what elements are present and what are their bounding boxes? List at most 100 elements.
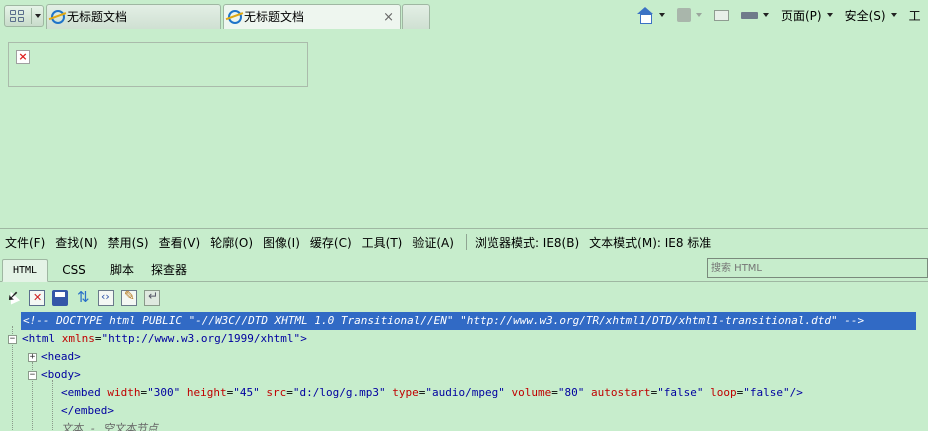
devtools-tab-strip: HTML CSS 脚本 探查器 xyxy=(0,256,928,282)
attr-value: "false" xyxy=(657,386,704,399)
menu-browser-mode[interactable]: 浏览器模式: IE8(B) xyxy=(475,234,579,251)
attr-value: "300" xyxy=(147,386,181,399)
command-bar: 页面(P) 安全(S) 工 xyxy=(636,4,927,26)
rss-feed-icon xyxy=(677,8,691,22)
browser-tab-bar: 无标题文档 无标题文档 × 页面(P) 安全(S) 工 xyxy=(0,0,928,32)
save-icon[interactable] xyxy=(52,290,68,306)
page-menu-button[interactable]: 页面(P) xyxy=(781,7,833,24)
browser-tab-1-title: 无标题文档 xyxy=(67,10,128,24)
chevron-down-icon[interactable] xyxy=(696,13,702,17)
ie-page-icon xyxy=(228,10,242,24)
quick-tabs-button[interactable] xyxy=(4,5,44,27)
tab-list-dropdown-icon[interactable] xyxy=(35,14,41,18)
attr-value: "80" xyxy=(557,386,585,399)
ie-page-icon xyxy=(51,10,65,24)
divider xyxy=(31,8,32,24)
dom-tree-view: <!-- DOCTYPE html PUBLIC "-//W3C//DTD XH… xyxy=(0,312,928,431)
safety-menu-button[interactable]: 安全(S) xyxy=(845,7,897,24)
devtools-menu-bar: 文件(F) 查找(N) 禁用(S) 查看(V) 轮廓(O) 图像(I) 缓存(C… xyxy=(0,229,928,255)
menu-validate[interactable]: 验证(A) xyxy=(412,234,454,251)
browser-tab-1[interactable]: 无标题文档 xyxy=(46,4,221,29)
tag-html-open: <html xyxy=(22,332,56,345)
close-tab-icon[interactable]: × xyxy=(383,6,394,30)
tree-node-embed-end[interactable]: </embed> xyxy=(61,402,114,420)
broken-plugin-icon: × xyxy=(16,50,30,64)
read-mail-button[interactable] xyxy=(714,9,729,21)
menu-find[interactable]: 查找(N) xyxy=(55,234,97,251)
clear-outlines-icon[interactable] xyxy=(29,290,45,306)
menu-outline[interactable]: 轮廓(O) xyxy=(210,234,253,251)
feeds-button[interactable] xyxy=(677,8,702,22)
menu-disable[interactable]: 禁用(S) xyxy=(108,234,149,251)
new-tab-button[interactable] xyxy=(402,4,430,29)
safety-menu-label: 安全(S) xyxy=(844,8,886,23)
mail-icon xyxy=(714,9,729,21)
tree-node-body[interactable]: <body> xyxy=(41,366,81,384)
word-wrap-icon[interactable] xyxy=(144,289,160,306)
menu-document-mode[interactable]: 文本模式(M): IE8 标准 xyxy=(589,234,711,251)
page-menu-label: 页面(P) xyxy=(781,8,822,23)
attr-name: type xyxy=(392,386,419,399)
tag-self-close: /> xyxy=(789,386,803,399)
devtools-icon-toolbar xyxy=(0,287,928,309)
attr-name: loop xyxy=(710,386,737,399)
browser-tab-2-title: 无标题文档 xyxy=(244,10,305,24)
attr-value: "audio/mpeg" xyxy=(425,386,505,399)
printer-icon xyxy=(741,8,758,23)
attr-name: width xyxy=(107,386,141,399)
divider xyxy=(465,234,467,250)
search-html-input[interactable] xyxy=(707,258,928,278)
text-node-label: 文本 - 空文本节点 xyxy=(61,422,158,431)
attr-value: "45" xyxy=(233,386,260,399)
tab-css[interactable]: CSS xyxy=(56,259,92,282)
attr-value: "false" xyxy=(743,386,790,399)
edit-icon[interactable] xyxy=(121,289,137,306)
attr-name: autostart xyxy=(590,386,651,399)
tag-embed-open: <embed xyxy=(61,386,101,399)
tree-node-embed[interactable]: <embed width="300" height="45" src="d:/l… xyxy=(61,384,803,402)
attr-value: "http://www.w3.org/1999/xhtml" xyxy=(101,332,301,345)
attr-name: height xyxy=(186,386,227,399)
tools-menu-button[interactable]: 工 xyxy=(909,7,921,24)
home-button[interactable] xyxy=(636,7,665,24)
attr-name: volume xyxy=(511,386,552,399)
collapse-toggle[interactable]: − xyxy=(8,335,17,344)
view-source-icon[interactable] xyxy=(98,290,114,306)
tag-close-bracket: > xyxy=(300,332,307,345)
tab-html[interactable]: HTML xyxy=(2,259,48,282)
tools-menu-label: 工 xyxy=(908,8,921,23)
chevron-down-icon[interactable] xyxy=(763,13,769,17)
attr-value: "d:/log/g.mp3" xyxy=(292,386,386,399)
developer-tools-pane: 文件(F) 查找(N) 禁用(S) 查看(V) 轮廓(O) 图像(I) 缓存(C… xyxy=(0,228,928,431)
refresh-icon[interactable] xyxy=(75,288,91,306)
attr-name: xmlns xyxy=(61,332,95,345)
doctype-text: <!-- DOCTYPE html PUBLIC "-//W3C//DTD XH… xyxy=(23,314,865,327)
tag-head: <head> xyxy=(41,350,81,363)
chevron-down-icon xyxy=(890,13,897,17)
menu-images[interactable]: 图像(I) xyxy=(263,234,300,251)
tree-guide-line xyxy=(52,380,53,431)
tree-node-html[interactable]: <html xmlns="http://www.w3.org/1999/xhtm… xyxy=(22,330,307,348)
menu-file[interactable]: 文件(F) xyxy=(5,234,45,251)
tree-node-head[interactable]: <head> xyxy=(41,348,81,366)
quick-tabs-icon xyxy=(10,10,26,23)
tab-profiler[interactable]: 探查器 xyxy=(146,259,192,282)
browser-tab-2[interactable]: 无标题文档 × xyxy=(223,4,401,29)
chevron-down-icon[interactable] xyxy=(659,13,665,17)
chevron-down-icon xyxy=(826,13,833,17)
tag-body: <body> xyxy=(41,368,81,381)
attr-name: src xyxy=(266,386,287,399)
tree-node-text[interactable]: 文本 - 空文本节点 xyxy=(61,420,158,431)
home-icon xyxy=(636,7,654,24)
expand-toggle[interactable]: + xyxy=(28,353,37,362)
tree-node-doctype[interactable]: <!-- DOCTYPE html PUBLIC "-//W3C//DTD XH… xyxy=(21,312,916,330)
tab-script[interactable]: 脚本 xyxy=(102,259,142,282)
select-element-icon[interactable] xyxy=(6,290,22,306)
menu-cache[interactable]: 缓存(C) xyxy=(310,234,352,251)
collapse-toggle[interactable]: − xyxy=(28,371,37,380)
menu-view[interactable]: 查看(V) xyxy=(159,234,201,251)
print-button[interactable] xyxy=(741,8,769,23)
menu-tools[interactable]: 工具(T) xyxy=(362,234,403,251)
embedded-media-placeholder[interactable]: × xyxy=(8,42,308,87)
tag-embed-close: </embed> xyxy=(61,404,114,417)
